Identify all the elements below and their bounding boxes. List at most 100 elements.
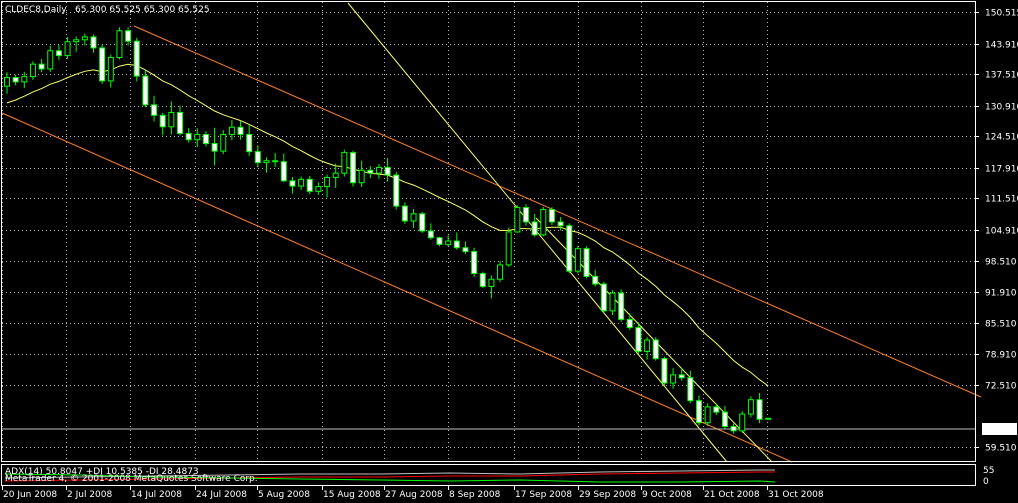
candle-body — [410, 213, 417, 222]
candle-body — [462, 247, 469, 253]
candle-body — [73, 39, 80, 43]
time-tick-label: 8 Sep 2008 — [449, 490, 501, 500]
candle-body — [471, 251, 478, 275]
price-axis: 150.515 143.910 137.510 130.910 124.510 117.9… — [975, 9, 1018, 454]
candle-body — [393, 174, 400, 207]
candle-body — [626, 318, 633, 329]
candle-body — [81, 36, 88, 41]
candle-body — [12, 77, 19, 83]
candle-body — [557, 221, 564, 227]
candle-body — [263, 160, 270, 164]
candle-body — [4, 77, 10, 87]
candle-body — [566, 225, 573, 272]
price-tick-label: 91.910 — [985, 289, 1017, 299]
candle-body — [280, 161, 287, 182]
candle-body — [151, 104, 158, 116]
time-tick-label: 5 Aug 2008 — [258, 490, 310, 500]
candle-body — [237, 126, 244, 135]
candle-body — [540, 208, 547, 236]
candle-body — [298, 178, 305, 187]
candle-body — [211, 143, 218, 152]
candle-body — [548, 208, 555, 223]
candle-body — [704, 406, 711, 424]
candle-body — [401, 205, 408, 222]
candle-body — [453, 240, 460, 249]
price-tick-label: 85.510 — [985, 320, 1017, 330]
price-tick-label: 150.515 — [985, 9, 1018, 19]
candle-body — [514, 207, 521, 233]
candle-body — [687, 377, 694, 402]
current-price-label: 65.525 — [985, 425, 1017, 435]
price-tick-label: 59.510 — [985, 444, 1017, 454]
time-tick-label: 27 Aug 2008 — [385, 490, 443, 500]
channel-lower-line — [1, 112, 793, 463]
time-tick-label: 24 Jul 2008 — [196, 490, 247, 500]
price-tick-label: 117.910 — [985, 165, 1018, 175]
price-tick-label: 137.510 — [985, 71, 1018, 81]
time-tick-label: 21 Oct 2008 — [704, 490, 760, 500]
candle-body — [678, 374, 685, 379]
candle-body — [202, 133, 209, 145]
candle-body — [618, 292, 625, 320]
candle-body — [523, 207, 529, 223]
candle-body — [497, 264, 504, 280]
candle-body — [228, 126, 235, 135]
candle-body — [367, 169, 374, 174]
candle-body — [90, 36, 97, 49]
candle-body — [38, 63, 45, 70]
price-tick-label: 111.510 — [985, 195, 1018, 205]
candle-body — [713, 406, 720, 413]
candle-body — [324, 176, 331, 188]
candle-body — [341, 152, 348, 174]
candle-body — [600, 283, 607, 312]
time-tick-label: 9 Oct 2008 — [642, 490, 692, 500]
candle-body — [384, 166, 391, 176]
candle-body — [375, 166, 382, 174]
candle-body — [583, 248, 590, 277]
candle-body — [133, 40, 140, 77]
candle-body — [220, 133, 227, 152]
candle-body — [652, 339, 659, 360]
candle-body — [315, 186, 322, 192]
candle-body — [445, 240, 452, 245]
candle-body — [107, 56, 114, 82]
price-chart[interactable]: CLDEC8,Daily 65.300 65.525 65.300 65.525… — [0, 0, 1018, 503]
candle-body — [99, 47, 106, 82]
candle-body — [246, 133, 253, 153]
candle-body — [739, 413, 746, 432]
candle-body — [531, 221, 538, 236]
time-tick-label: 14 Jul 2008 — [131, 490, 182, 500]
candle-body — [661, 358, 668, 384]
time-tick-label: 29 Sep 2008 — [579, 490, 636, 500]
candle-body — [116, 30, 123, 58]
candle-body — [168, 111, 175, 128]
candle-body — [730, 425, 737, 432]
ohlc-label: 65.300 65.525 65.300 65.525 — [75, 5, 210, 15]
indicator-tick-0: 0 — [983, 477, 989, 487]
channel-upper-line — [133, 25, 982, 398]
candle-body — [609, 292, 616, 312]
candle-body — [55, 50, 62, 57]
candle-body — [142, 75, 149, 106]
candle-body — [350, 152, 356, 184]
candle-body — [194, 133, 201, 141]
candle-body — [159, 114, 166, 128]
candlestick-series — [4, 27, 772, 434]
indicator-tick-55: 55 — [983, 466, 994, 476]
candle-body — [488, 278, 495, 287]
candle-body — [332, 172, 339, 178]
time-tick-label: 31 Oct 2008 — [768, 490, 824, 500]
moving-average-line — [6, 63, 769, 387]
candle-body — [747, 399, 754, 415]
main-panel-frame — [1, 1, 976, 462]
time-tick-label: 17 Sep 2008 — [515, 490, 572, 500]
candle-body — [125, 30, 132, 42]
candle-body — [592, 275, 599, 285]
price-tick-label: 124.510 — [985, 133, 1018, 143]
price-tick-label: 143.910 — [985, 41, 1018, 51]
candle-body — [177, 111, 183, 134]
candle-body — [765, 417, 772, 420]
price-tick-label: 72.510 — [985, 382, 1017, 392]
candle-body — [574, 248, 581, 272]
candle-body — [635, 327, 642, 352]
